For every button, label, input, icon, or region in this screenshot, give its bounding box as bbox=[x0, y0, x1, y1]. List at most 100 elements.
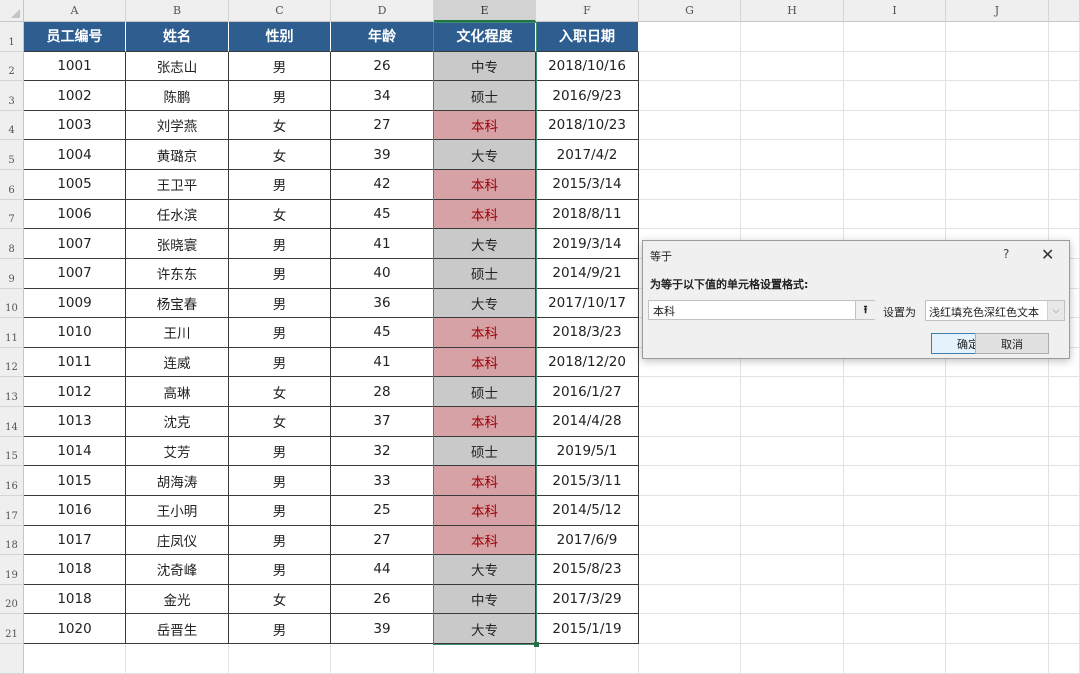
table-cell[interactable]: 1001 bbox=[24, 51, 126, 82]
select-all-corner[interactable] bbox=[0, 0, 24, 22]
table-cell[interactable]: 男 bbox=[229, 51, 331, 82]
table-cell[interactable]: 男 bbox=[229, 258, 331, 289]
row-header[interactable]: 6 bbox=[0, 170, 24, 200]
table-cell[interactable]: 王小明 bbox=[126, 495, 229, 526]
cell[interactable] bbox=[844, 140, 946, 171]
table-cell[interactable]: 2018/12/20 bbox=[536, 347, 639, 378]
table-cell[interactable]: 大专 bbox=[434, 140, 536, 171]
cell[interactable] bbox=[639, 51, 741, 82]
table-cell[interactable]: 本科 bbox=[434, 318, 536, 348]
cell[interactable] bbox=[741, 407, 844, 437]
cell[interactable] bbox=[946, 495, 1049, 526]
table-cell[interactable]: 1007 bbox=[24, 258, 126, 289]
table-cell[interactable]: 男 bbox=[229, 614, 331, 644]
table-cell[interactable]: 高琳 bbox=[126, 377, 229, 408]
table-header-cell[interactable]: 年龄 bbox=[331, 22, 434, 52]
table-cell[interactable]: 女 bbox=[229, 584, 331, 615]
cell[interactable] bbox=[741, 436, 844, 467]
table-cell[interactable]: 41 bbox=[331, 347, 434, 378]
table-cell[interactable]: 本科 bbox=[434, 199, 536, 230]
table-cell[interactable]: 1007 bbox=[24, 229, 126, 259]
cell[interactable] bbox=[946, 466, 1049, 496]
cell[interactable] bbox=[946, 170, 1049, 200]
table-cell[interactable]: 39 bbox=[331, 140, 434, 171]
table-cell[interactable]: 1009 bbox=[24, 288, 126, 319]
table-header-cell[interactable]: 姓名 bbox=[126, 22, 229, 52]
table-cell[interactable]: 40 bbox=[331, 258, 434, 289]
table-cell[interactable]: 37 bbox=[331, 407, 434, 437]
table-cell[interactable]: 41 bbox=[331, 229, 434, 259]
column-header[interactable]: H bbox=[741, 0, 844, 22]
table-cell[interactable]: 1017 bbox=[24, 525, 126, 556]
table-cell[interactable]: 36 bbox=[331, 288, 434, 319]
cell[interactable] bbox=[741, 614, 844, 644]
row-header[interactable]: 20 bbox=[0, 584, 24, 615]
cell[interactable] bbox=[1049, 110, 1080, 141]
column-header[interactable]: E bbox=[434, 0, 536, 22]
cell[interactable] bbox=[639, 495, 741, 526]
table-cell[interactable]: 男 bbox=[229, 347, 331, 378]
cell[interactable] bbox=[1049, 614, 1080, 644]
table-cell[interactable]: 中专 bbox=[434, 584, 536, 615]
row-header[interactable]: 14 bbox=[0, 407, 24, 437]
cell[interactable] bbox=[741, 584, 844, 615]
table-cell[interactable]: 胡海涛 bbox=[126, 466, 229, 496]
cell[interactable] bbox=[639, 377, 741, 408]
cancel-button[interactable]: 取消 bbox=[975, 333, 1049, 354]
row-header[interactable]: 13 bbox=[0, 377, 24, 408]
table-cell[interactable]: 本科 bbox=[434, 495, 536, 526]
table-cell[interactable]: 男 bbox=[229, 495, 331, 526]
table-cell[interactable]: 2018/3/23 bbox=[536, 318, 639, 348]
cell[interactable] bbox=[639, 140, 741, 171]
table-header-cell[interactable]: 性别 bbox=[229, 22, 331, 52]
table-cell[interactable]: 2014/4/28 bbox=[536, 407, 639, 437]
cell[interactable] bbox=[741, 199, 844, 230]
cell[interactable] bbox=[741, 51, 844, 82]
cell[interactable] bbox=[946, 436, 1049, 467]
cell[interactable] bbox=[1049, 199, 1080, 230]
cell[interactable] bbox=[946, 140, 1049, 171]
cell[interactable] bbox=[741, 644, 844, 674]
cell[interactable] bbox=[844, 170, 946, 200]
row-header[interactable]: 12 bbox=[0, 347, 24, 378]
table-cell[interactable]: 33 bbox=[331, 466, 434, 496]
cell[interactable] bbox=[844, 644, 946, 674]
table-cell[interactable]: 2015/1/19 bbox=[536, 614, 639, 644]
table-cell[interactable]: 39 bbox=[331, 614, 434, 644]
row-header[interactable]: 1 bbox=[0, 22, 24, 52]
table-cell[interactable]: 大专 bbox=[434, 614, 536, 644]
cell[interactable] bbox=[844, 81, 946, 111]
cell[interactable] bbox=[1049, 466, 1080, 496]
row-header[interactable]: 7 bbox=[0, 199, 24, 230]
cell[interactable] bbox=[741, 495, 844, 526]
table-cell[interactable]: 42 bbox=[331, 170, 434, 200]
table-cell[interactable]: 27 bbox=[331, 110, 434, 141]
table-header-cell[interactable]: 员工编号 bbox=[24, 22, 126, 52]
cell[interactable] bbox=[844, 51, 946, 82]
table-cell[interactable]: 女 bbox=[229, 199, 331, 230]
table-cell[interactable]: 1005 bbox=[24, 170, 126, 200]
column-header[interactable]: D bbox=[331, 0, 434, 22]
table-cell[interactable]: 2017/10/17 bbox=[536, 288, 639, 319]
table-cell[interactable]: 男 bbox=[229, 81, 331, 111]
table-cell[interactable]: 44 bbox=[331, 555, 434, 585]
cell[interactable] bbox=[639, 81, 741, 111]
table-cell[interactable]: 硕士 bbox=[434, 436, 536, 467]
cell[interactable] bbox=[741, 22, 844, 52]
table-cell[interactable]: 本科 bbox=[434, 407, 536, 437]
table-cell[interactable]: 2019/5/1 bbox=[536, 436, 639, 467]
table-cell[interactable]: 杨宝春 bbox=[126, 288, 229, 319]
table-cell[interactable]: 45 bbox=[331, 318, 434, 348]
table-cell[interactable]: 1018 bbox=[24, 555, 126, 585]
row-header[interactable] bbox=[0, 644, 24, 674]
table-cell[interactable]: 1010 bbox=[24, 318, 126, 348]
table-cell[interactable]: 沈奇峰 bbox=[126, 555, 229, 585]
table-cell[interactable]: 2018/8/11 bbox=[536, 199, 639, 230]
row-header[interactable]: 16 bbox=[0, 466, 24, 496]
table-cell[interactable]: 女 bbox=[229, 110, 331, 141]
table-cell[interactable]: 2015/3/14 bbox=[536, 170, 639, 200]
cell[interactable] bbox=[639, 555, 741, 585]
row-header[interactable]: 10 bbox=[0, 288, 24, 319]
table-cell[interactable]: 女 bbox=[229, 407, 331, 437]
table-cell[interactable]: 26 bbox=[331, 584, 434, 615]
